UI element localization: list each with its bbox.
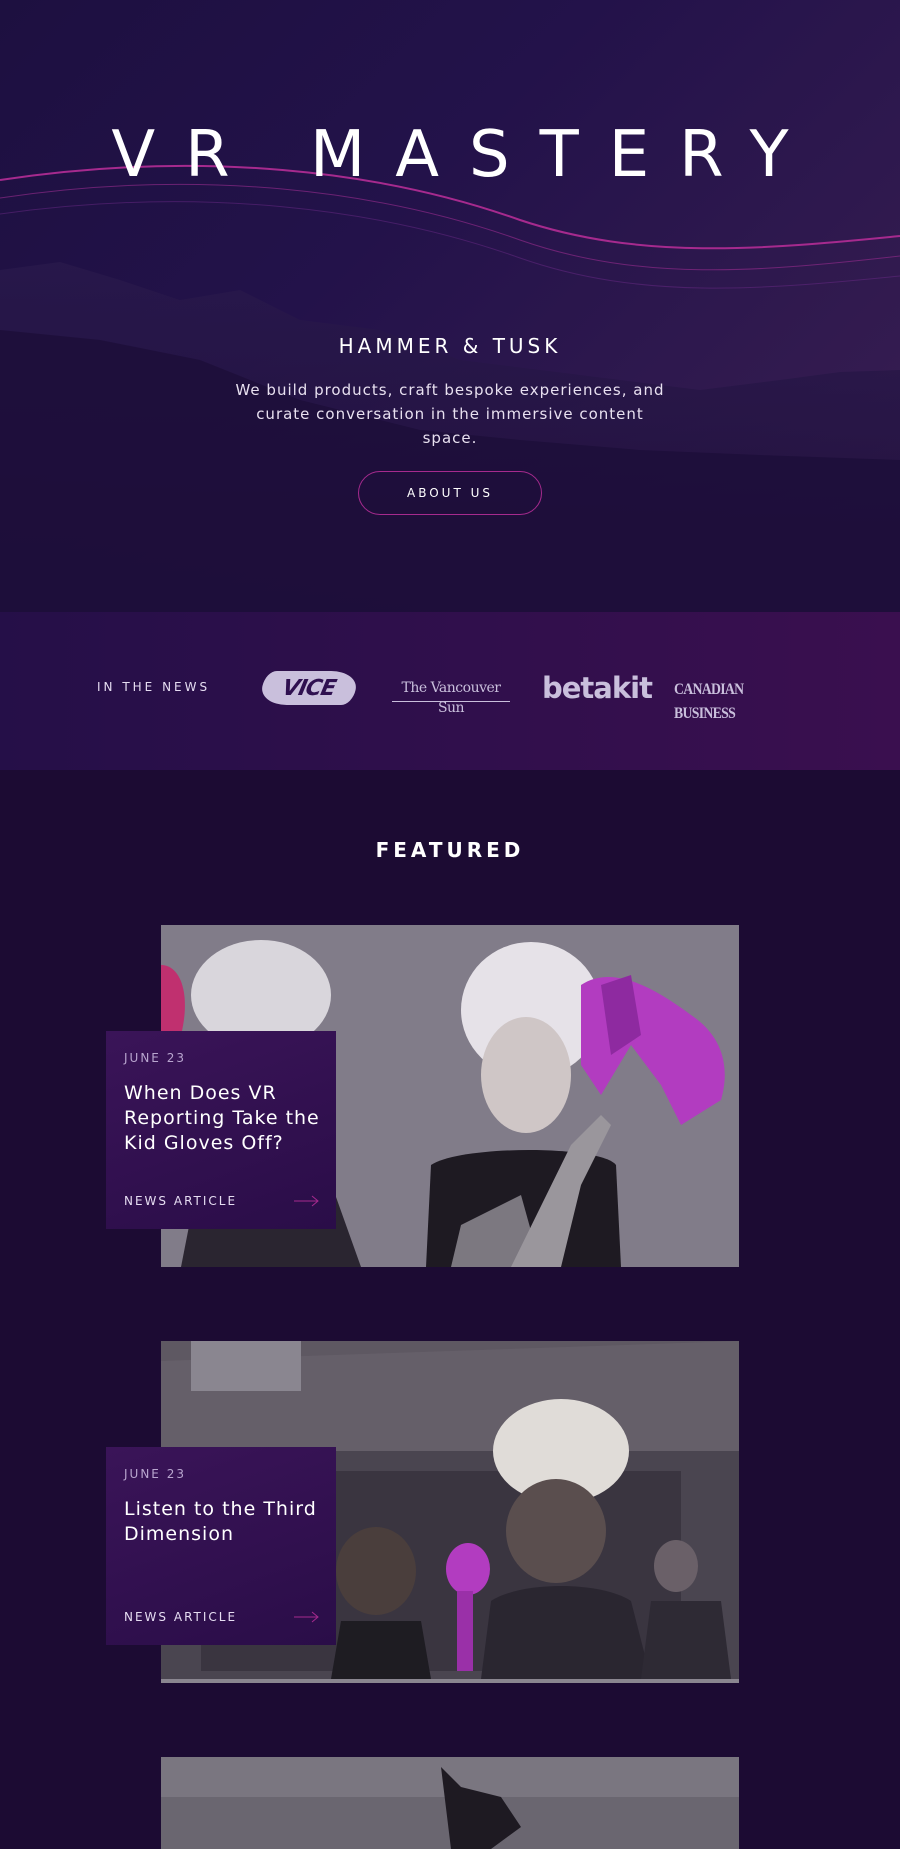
article-card[interactable]: JUNE 23 Listen to the Third Dimension NE…: [106, 1447, 336, 1645]
page-title: VR MASTERY: [111, 118, 819, 192]
article-photo-third: [161, 1757, 739, 1849]
article-image[interactable]: [161, 1757, 739, 1849]
arrow-right-icon[interactable]: [294, 1610, 320, 1624]
canadian-business-logo[interactable]: CANADIAN BUSINESS: [674, 678, 774, 722]
article-type: NEWS ARTICLE: [124, 1610, 238, 1624]
article-date: JUNE 23: [124, 1467, 186, 1481]
hero-background-illustration: [0, 164, 900, 612]
company-description: We build products, craft bespoke experie…: [235, 381, 665, 447]
vancouver-sun-logo[interactable]: The Vancouver Sun: [392, 678, 510, 716]
article-card[interactable]: JUNE 23 When Does VR Reporting Take the …: [106, 1031, 336, 1229]
company-name: HAMMER & TUSK: [338, 334, 562, 358]
arrow-right-icon[interactable]: [294, 1194, 320, 1208]
news-label: IN THE NEWS: [97, 680, 211, 694]
betakit-logo[interactable]: betakit: [542, 668, 653, 708]
vice-logo[interactable]: VICE: [258, 671, 360, 705]
vice-logo-text: VICE: [280, 675, 338, 701]
featured-heading: FEATURED: [375, 838, 525, 862]
article-date: JUNE 23: [124, 1051, 186, 1065]
article-title[interactable]: Listen to the Third Dimension: [124, 1497, 324, 1547]
hero-section: VR MASTERY HAMMER & TUSK We build produc…: [0, 0, 900, 612]
in-the-news-strip: IN THE NEWS VICE The Vancouver Sun betak…: [0, 612, 900, 770]
about-us-button[interactable]: ABOUT US: [358, 471, 542, 515]
article-title[interactable]: When Does VR Reporting Take the Kid Glov…: [124, 1081, 324, 1156]
article-type: NEWS ARTICLE: [124, 1194, 238, 1208]
